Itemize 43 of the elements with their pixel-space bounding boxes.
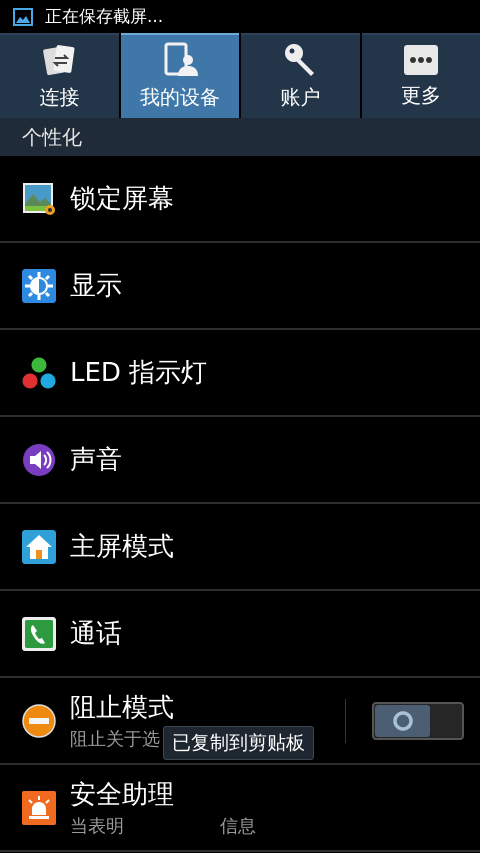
tab-label: 我的设备: [140, 84, 220, 111]
image-icon: [13, 8, 33, 26]
item-title: 通话: [70, 618, 123, 651]
brightness-icon: [22, 268, 56, 302]
siren-icon: [22, 790, 56, 824]
notification-text: 正在保存截屏...: [45, 6, 164, 28]
tab-label: 连接: [39, 84, 80, 111]
toggle-switch[interactable]: [372, 702, 464, 740]
item-title: LED 指示灯: [70, 357, 208, 390]
phone-icon: [22, 616, 56, 650]
settings-item[interactable]: 锁定屏幕: [0, 156, 480, 243]
settings-item[interactable]: 通话: [0, 591, 480, 678]
device-person-icon: [162, 42, 198, 78]
settings-item[interactable]: 声音: [0, 417, 480, 504]
speaker-icon: [22, 442, 56, 476]
item-title: 安全助理: [70, 779, 175, 812]
tab[interactable]: 连接: [0, 33, 118, 118]
tab-label: 更多: [400, 82, 441, 109]
colored-dots-icon: [22, 356, 56, 390]
item-subtitle: 阻止关于选: [70, 728, 160, 751]
tab[interactable]: 我的设备: [120, 33, 239, 118]
item-title: 声音: [70, 444, 123, 477]
item-title: 锁定屏幕: [70, 183, 175, 216]
transfer-icon: [41, 42, 78, 78]
minus-circle-icon: [22, 704, 56, 738]
settings-item[interactable]: LED 指示灯: [0, 330, 480, 417]
settings-item[interactable]: 显示: [0, 243, 480, 330]
tab[interactable]: 账户: [241, 33, 360, 118]
item-title: 主屏模式: [70, 531, 175, 564]
item-title: 显示: [70, 270, 123, 303]
section-title: 个性化: [22, 124, 82, 150]
item-subtitle: 信息: [220, 815, 256, 838]
circle-icon: [392, 710, 414, 732]
settings-item[interactable]: 主屏模式: [0, 504, 480, 591]
landscape-lock-icon: [22, 182, 56, 216]
house-icon: [22, 530, 56, 564]
toast: 已复制到剪贴板: [163, 726, 314, 760]
tab-label: 账户: [280, 84, 320, 111]
item-subtitle: 当表明: [70, 815, 124, 838]
more-icon: [402, 44, 439, 76]
item-title: 阻止模式: [70, 692, 175, 725]
settings-item[interactable]: 安全助理 当表明 信息: [0, 765, 480, 852]
tab[interactable]: 更多: [362, 33, 480, 118]
